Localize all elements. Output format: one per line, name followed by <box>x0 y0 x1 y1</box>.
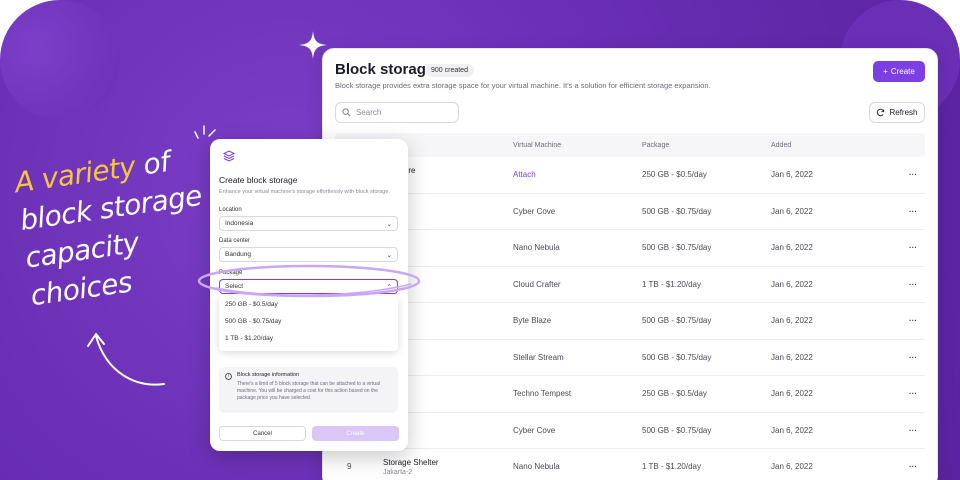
table-row[interactable]: 9 Storage Shelter Jakarta-2 Nano Nebula 1 TB… <box>335 449 925 480</box>
info-text: There's a limit of 5 block storage that … <box>237 381 380 401</box>
vm-name: Nano Nebula <box>513 462 560 472</box>
header-vm: Virtual Machine <box>513 141 562 149</box>
more-actions-icon[interactable]: ··· <box>901 316 925 325</box>
package-option[interactable]: 250 GB - $0.5/day <box>219 296 398 313</box>
added-date: Jan 6, 2022 <box>771 352 813 362</box>
storage-name: Storage Shelter <box>383 457 439 467</box>
create-storage-modal: Create block storage Enhance your virtua… <box>210 139 408 451</box>
refresh-button-label: Refresh <box>889 108 918 117</box>
corner-tl <box>0 0 120 120</box>
more-actions-icon[interactable]: ··· <box>901 207 925 216</box>
more-actions-icon[interactable]: ··· <box>901 243 925 252</box>
package-value: 250 GB - $0.5/day <box>642 170 707 180</box>
more-actions-icon[interactable]: ··· <box>901 353 925 362</box>
package-value: 500 GB - $0.75/day <box>642 425 712 435</box>
chevron-down-icon: ⌄ <box>386 220 392 228</box>
more-actions-icon[interactable]: ··· <box>901 426 925 435</box>
header-added: Added <box>771 141 792 149</box>
package-value: 1 TB - $1.20/day <box>642 462 701 472</box>
page-title: Block storage <box>335 61 435 78</box>
search-icon <box>342 108 351 117</box>
added-date: Jan 6, 2022 <box>771 243 813 253</box>
package-dropdown: 250 GB - $0.5/day 500 GB - $0.75/day 1 T… <box>219 296 398 351</box>
table-row[interactable]: Cloud Crafter 1 TB - $1.20/day Jan 6, 2022… <box>335 267 925 303</box>
storage-region: Jakarta-2 <box>383 468 413 476</box>
location-select[interactable]: Indonesia ⌄ <box>219 216 398 231</box>
vm-name: Techno Tempest <box>513 389 572 399</box>
refresh-icon <box>877 108 885 117</box>
table-row[interactable]: e Sphere-1Attach250 GB - $0.5/dayJan 6, … <box>335 157 925 194</box>
plus-icon: + <box>883 67 888 76</box>
table-row[interactable]: nctum-1Cyber Cove500 GB - $0.75/dayJan 6… <box>335 413 925 449</box>
modal-subtitle: Enhance your virtual machine's storage e… <box>219 189 390 195</box>
package-value: Select <box>225 283 244 290</box>
info-title: Block storage information <box>237 372 300 378</box>
refresh-button[interactable]: Refresh <box>869 102 925 123</box>
package-select[interactable]: Select ⌃ <box>219 279 398 294</box>
more-actions-icon[interactable]: ··· <box>901 170 925 179</box>
added-date: Jan 6, 2022 <box>771 206 813 216</box>
count-badge: 900 created <box>425 64 474 77</box>
package-option[interactable]: 1 TB - $1.20/day <box>219 330 398 347</box>
create-button-label: Create <box>890 67 915 76</box>
vm-name: Cyber Cove <box>513 425 556 435</box>
table-header: Virtual Machine Package Added <box>335 133 925 157</box>
layers-icon <box>222 150 236 162</box>
vm-name: Cloud Crafter <box>513 279 561 289</box>
added-date: Jan 6, 2022 <box>771 462 813 472</box>
datacenter-value: Bandung <box>225 251 252 258</box>
row-name-cell: Storage Shelter Jakarta-2 <box>383 458 513 476</box>
location-value: Indonesia <box>225 220 254 227</box>
package-label: Package <box>219 270 243 276</box>
vm-name: Cyber Cove <box>513 206 556 216</box>
headline: A variety of block storage capacity choi… <box>12 137 231 315</box>
headline-of: of <box>141 144 172 182</box>
location-label: Location <box>219 207 242 213</box>
table-row[interactable]: ock-2Stellar Stream500 GB - $0.75/dayJan… <box>335 340 925 376</box>
more-actions-icon[interactable]: ··· <box>901 389 925 398</box>
table-row[interactable]: avenore-1Byte Blaze500 GB - $0.75/dayJan… <box>335 303 925 340</box>
package-value: 500 GB - $0.75/day <box>642 316 712 326</box>
added-date: Jan 6, 2022 <box>771 425 813 435</box>
chevron-down-icon: ⌄ <box>386 251 392 259</box>
datacenter-select[interactable]: Bandung ⌄ <box>219 247 398 262</box>
added-date: Jan 6, 2022 <box>771 316 813 326</box>
table-row[interactable]: unker-1Cyber Cove500 GB - $0.75/dayJan 6… <box>335 194 925 230</box>
create-button[interactable]: + Create <box>873 61 925 82</box>
info-box: i Block storage information There's a li… <box>219 367 398 413</box>
package-value: 500 GB - $0.75/day <box>642 352 712 362</box>
modal-create-button[interactable]: Create <box>312 426 399 441</box>
storage-table: Virtual Machine Package Added e Sphere-1… <box>335 133 925 480</box>
package-value: 250 GB - $0.5/day <box>642 389 707 399</box>
package-value: 1 TB - $1.20/day <box>642 279 701 289</box>
more-actions-icon[interactable]: ··· <box>901 280 925 289</box>
modal-title: Create block storage <box>219 175 298 185</box>
package-option[interactable]: 500 GB - $0.75/day <box>219 313 398 330</box>
page-subtitle: Block storage provides extra storage spa… <box>335 81 711 90</box>
header-package: Package <box>642 141 670 149</box>
block-storage-panel: Block storage 900 created Block storage … <box>322 48 938 480</box>
vm-name: Stellar Stream <box>513 352 564 362</box>
vm-name: Byte Blaze <box>513 316 552 326</box>
more-actions-icon[interactable]: ··· <box>901 462 925 471</box>
attach-link[interactable]: Attach <box>513 170 642 179</box>
cancel-button[interactable]: Cancel <box>219 426 306 441</box>
vm-name: Nano Nebula <box>513 243 560 253</box>
datacenter-label: Data center <box>219 238 251 244</box>
added-date: Jan 6, 2022 <box>771 389 813 399</box>
added-date: Jan 6, 2022 <box>771 170 813 180</box>
info-icon: i <box>225 373 232 380</box>
package-value: 500 GB - $0.75/day <box>642 206 712 216</box>
table-row[interactable]: epotore-2Techno Tempest250 GB - $0.5/day… <box>335 376 925 413</box>
chevron-up-icon: ⌃ <box>386 283 392 291</box>
added-date: Jan 6, 2022 <box>771 279 813 289</box>
package-value: 500 GB - $0.75/day <box>642 243 712 253</box>
search-input[interactable]: Search <box>335 102 459 123</box>
arrow-doodle-icon <box>87 333 165 386</box>
table-row[interactable]: ult-2Nano Nebula500 GB - $0.75/dayJan 6,… <box>335 230 925 267</box>
row-number: 9 <box>347 462 352 472</box>
search-placeholder: Search <box>356 108 382 117</box>
